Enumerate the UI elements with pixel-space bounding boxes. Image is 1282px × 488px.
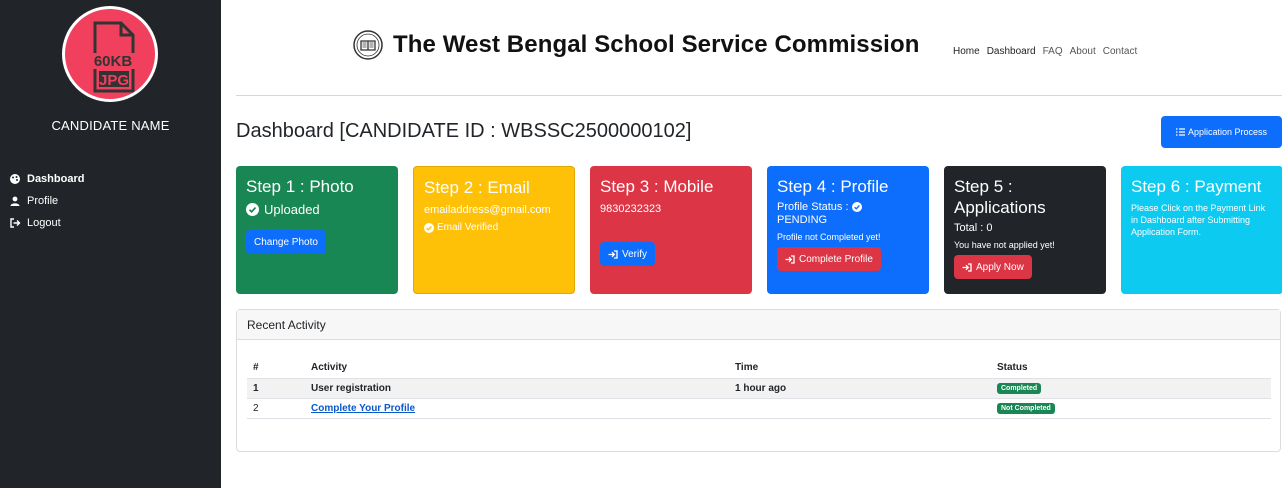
column-header-time: Time (729, 358, 991, 379)
table-row: 2 Complete Your Profile Not Completed (247, 398, 1271, 419)
step-card-applications: Step 5 : Applications Total : 0 You have… (944, 166, 1106, 294)
email-address: emailaddress@gmail.com (424, 204, 551, 216)
verify-label: Verify (622, 248, 648, 260)
step-card-profile: Step 4 : Profile Profile Status : PENDIN… (767, 166, 929, 294)
mobile-number: 9830232323 (600, 203, 662, 215)
nav-home-link[interactable]: Home (953, 46, 980, 57)
page-title: Dashboard [CANDIDATE ID : WBSSC250000010… (236, 120, 692, 142)
sidebar-item-profile[interactable]: Profile (10, 190, 84, 212)
applications-total: Total : 0 (954, 222, 993, 234)
sign-in-icon (785, 254, 795, 264)
step-title: Step 3 : Mobile (600, 177, 714, 196)
sidebar-item-label: Profile (27, 195, 59, 207)
apply-now-label: Apply Now (976, 261, 1024, 273)
step-card-email: Step 2 : Email emailaddress@gmail.com Em… (413, 166, 575, 294)
list-icon (1175, 128, 1185, 136)
payment-note: Please Click on the Payment Link in Dash… (1131, 203, 1266, 237)
step-title-line1: Step 5 : (954, 177, 1013, 196)
sign-in-icon (608, 249, 618, 259)
header-divider (236, 95, 1282, 96)
applications-note: You have not applied yet! (954, 240, 1055, 250)
email-verified-text: Email Verified (437, 222, 499, 233)
avatar[interactable]: 60KB JPG (62, 6, 158, 102)
sidebar-item-label: Dashboard (27, 173, 85, 185)
activity-table: # Activity Time Status 1 User registrati… (247, 358, 1271, 419)
row-activity-cell: Complete Your Profile (305, 398, 729, 419)
jpg-file-icon: 60KB JPG (87, 21, 139, 93)
profile-status-label: Profile Status : (777, 201, 849, 213)
step-card-photo: Step 1 : Photo Uploaded Change Photo (236, 166, 398, 294)
avatar-type-text: JPG (99, 72, 129, 89)
nav-contact-link[interactable]: Contact (1103, 46, 1137, 57)
step-title: Step 2 : Email (424, 178, 530, 197)
check-circle-icon (424, 222, 434, 233)
palette-icon (10, 174, 24, 184)
brand: The West Bengal School Service Commissio… (353, 30, 919, 60)
check-circle-icon (246, 203, 259, 216)
step-title: Step 4 : Profile (777, 177, 889, 196)
site-title: The West Bengal School Service Commissio… (393, 31, 920, 58)
column-header-activity: Activity (305, 358, 729, 379)
sidebar: 60KB JPG CANDIDATE NAME Dashboard Profil… (0, 0, 221, 488)
step-title: Step 1 : Photo (246, 177, 354, 196)
logout-icon (10, 218, 24, 228)
nav-about-link[interactable]: About (1070, 46, 1096, 57)
status-badge: Not Completed (997, 403, 1055, 414)
top-nav: Home Dashboard FAQ About Contact (953, 46, 1144, 57)
complete-profile-button[interactable]: Complete Profile (777, 247, 881, 271)
photo-status: Uploaded (246, 202, 388, 217)
step-title-line2: Applications (954, 198, 1046, 217)
application-process-button[interactable]: Application Process (1161, 116, 1282, 148)
status-badge: Completed (997, 383, 1042, 394)
row-activity: User registration (305, 378, 729, 399)
email-verified: Email Verified (424, 222, 564, 233)
table-header-row: # Activity Time Status (247, 358, 1271, 379)
row-number: 1 (247, 378, 305, 399)
sidebar-item-logout[interactable]: Logout (10, 212, 84, 234)
avatar-size-text: 60KB (94, 53, 133, 70)
column-header-number: # (247, 358, 305, 379)
row-number: 2 (247, 398, 305, 419)
step-title: Step 6 : Payment (1131, 177, 1262, 196)
row-time: 1 hour ago (729, 378, 991, 399)
column-header-status: Status (991, 358, 1271, 379)
change-photo-button[interactable]: Change Photo (246, 230, 326, 254)
complete-profile-label: Complete Profile (799, 253, 873, 265)
recent-activity-panel: Recent Activity # Activity Time Status 1… (236, 309, 1281, 452)
candidate-name: CANDIDATE NAME (51, 118, 170, 133)
complete-profile-link[interactable]: Complete Your Profile (311, 403, 415, 414)
sidebar-item-dashboard[interactable]: Dashboard (10, 168, 84, 190)
step-card-payment: Step 6 : Payment Please Click on the Pay… (1121, 166, 1282, 294)
user-icon (10, 196, 24, 206)
photo-status-text: Uploaded (264, 202, 320, 217)
step-card-mobile: Step 3 : Mobile 9830232323 Verify (590, 166, 752, 294)
row-status-cell: Not Completed (991, 398, 1271, 419)
application-process-label: Application Process (1187, 127, 1268, 137)
row-status-cell: Completed (991, 378, 1271, 399)
profile-note: Profile not Completed yet! (777, 232, 881, 242)
verify-mobile-button[interactable]: Verify (600, 242, 656, 266)
nav-faq-link[interactable]: FAQ (1043, 46, 1063, 57)
commission-emblem-icon (353, 30, 383, 60)
nav-dashboard-link[interactable]: Dashboard (987, 46, 1036, 57)
recent-activity-heading: Recent Activity (237, 310, 1280, 340)
check-circle-icon (851, 202, 862, 212)
sign-in-icon (962, 262, 972, 272)
apply-now-button[interactable]: Apply Now (954, 255, 1032, 279)
profile-status: Profile Status : (777, 201, 919, 213)
sidebar-nav: Dashboard Profile Logout (10, 168, 84, 234)
change-photo-label: Change Photo (254, 236, 318, 248)
sidebar-item-label: Logout (27, 217, 61, 229)
table-row: 1 User registration 1 hour ago Completed (247, 378, 1271, 399)
profile-status-value: PENDING (777, 214, 828, 226)
row-time (729, 398, 991, 419)
